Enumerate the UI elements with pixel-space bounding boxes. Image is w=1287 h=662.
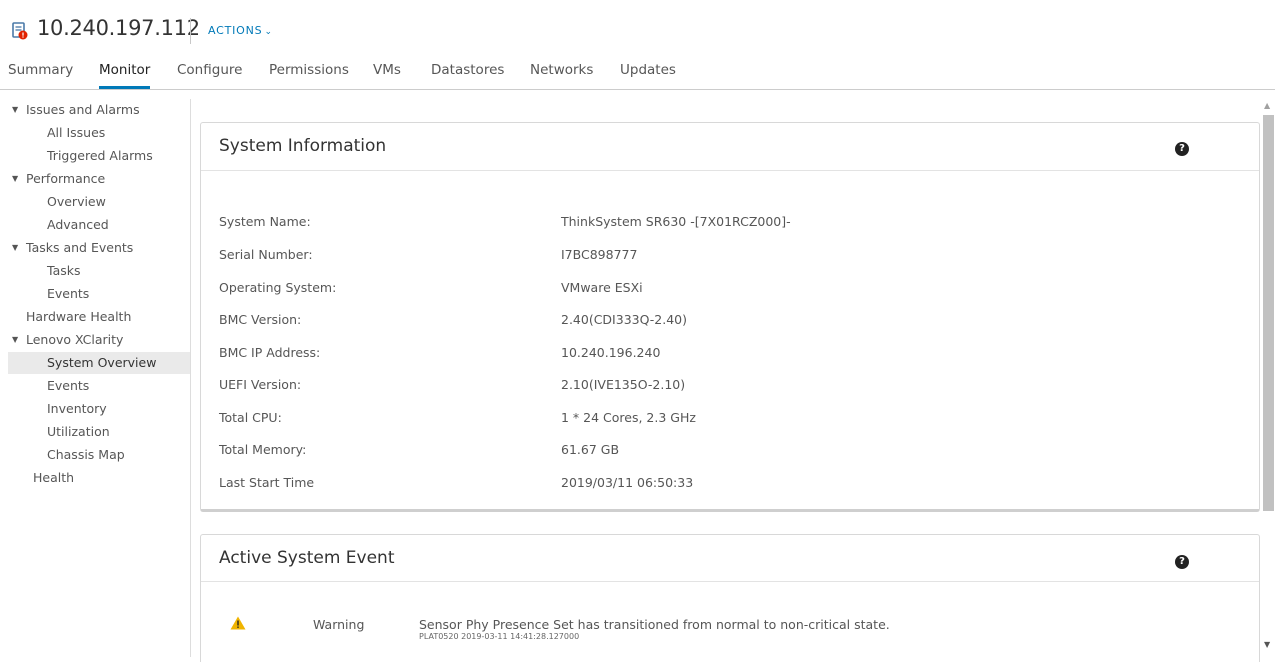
total-cpu-label: Total CPU: <box>219 410 282 425</box>
tree-label: Issues and Alarms <box>26 102 140 117</box>
card-title: System Information <box>219 136 387 156</box>
tree-item-system-overview[interactable]: System Overview <box>8 352 190 374</box>
operating-system-label: Operating System: <box>219 280 337 295</box>
tree-item-inventory[interactable]: Inventory <box>8 398 190 420</box>
tab-configure[interactable]: Configure <box>177 62 242 78</box>
scroll-down-icon[interactable]: ▼ <box>1264 640 1270 649</box>
tree-label: Utilization <box>47 424 110 439</box>
tab-networks[interactable]: Networks <box>530 62 593 78</box>
tree-label: Tasks <box>47 263 81 278</box>
warning-icon <box>230 616 246 630</box>
serial-number-value: I7BC898777 <box>561 247 638 262</box>
uefi-version-label: UEFI Version: <box>219 377 302 392</box>
system-name-value: ThinkSystem SR630 -[7X01RCZ000]- <box>561 214 791 229</box>
tree-item-triggered-alarms[interactable]: Triggered Alarms <box>8 145 190 167</box>
tree-item-overview[interactable]: Overview <box>8 191 190 213</box>
tree-item-advanced[interactable]: Advanced <box>8 214 190 236</box>
tree-label: Inventory <box>47 401 107 416</box>
tree-label: Events <box>47 286 90 301</box>
host-alert-icon <box>12 22 28 40</box>
total-cpu-value: 1 * 24 Cores, 2.3 GHz <box>561 410 696 425</box>
caret-down-icon: ▼ <box>12 174 19 183</box>
tree-item-chassis-map[interactable]: Chassis Map <box>8 444 190 466</box>
tree-label: Chassis Map <box>47 447 125 462</box>
system-information-card: System Information ? System Name: ThinkS… <box>200 122 1260 512</box>
tab-updates[interactable]: Updates <box>620 62 676 78</box>
tree-label: Performance <box>26 171 106 186</box>
tab-monitor[interactable]: Monitor <box>99 62 150 78</box>
event-message: Sensor Phy Presence Set has transitioned… <box>419 617 890 632</box>
actions-label: ACTIONS <box>208 24 263 37</box>
caret-down-icon: ▼ <box>12 105 19 114</box>
tree-item-xclarity-events[interactable]: Events <box>8 375 190 397</box>
tree-label: All Issues <box>47 125 106 140</box>
actions-menu-button[interactable]: ACTIONS ⌄ <box>208 24 273 37</box>
tab-permissions[interactable]: Permissions <box>269 62 349 78</box>
active-tab-indicator <box>99 86 150 89</box>
tree-label: Health <box>33 470 75 485</box>
tree-item-tasks[interactable]: Tasks <box>8 260 190 282</box>
page-header: 10.240.197.112 ACTIONS ⌄ <box>0 0 1287 56</box>
tab-vms[interactable]: VMs <box>373 62 401 78</box>
tree-group-lenovo-xclarity[interactable]: ▼ Lenovo XClarity <box>8 329 190 351</box>
tree-item-hardware-health[interactable]: Hardware Health <box>8 306 190 328</box>
scrollbar-thumb[interactable] <box>1263 115 1274 511</box>
caret-down-icon: ▼ <box>12 243 19 252</box>
caret-down-icon: ▼ <box>12 335 19 344</box>
active-system-event-card: Active System Event ? Warning Sensor Phy… <box>200 534 1260 662</box>
tree-group-issues-and-alarms[interactable]: ▼ Issues and Alarms <box>8 99 190 121</box>
tree-item-health[interactable]: Health <box>8 467 190 489</box>
help-icon[interactable]: ? <box>1175 555 1189 569</box>
tree-label: Advanced <box>47 217 109 232</box>
tree-item-utilization[interactable]: Utilization <box>8 421 190 443</box>
last-start-time-value: 2019/03/11 06:50:33 <box>561 475 694 490</box>
tab-datastores[interactable]: Datastores <box>431 62 504 78</box>
tab-bar: Summary Monitor Configure Permissions VM… <box>0 56 1275 90</box>
header-divider <box>190 18 191 44</box>
serial-number-label: Serial Number: <box>219 247 313 262</box>
monitor-sidebar: ▼ Issues and Alarms All Issues Triggered… <box>8 99 191 657</box>
card-divider <box>201 170 1259 171</box>
tree-label: Hardware Health <box>26 309 132 324</box>
last-start-time-label: Last Start Time <box>219 475 315 490</box>
bmc-ip-address-label: BMC IP Address: <box>219 345 321 360</box>
host-title: 10.240.197.112 <box>37 16 200 40</box>
event-severity: Warning <box>313 617 365 632</box>
uefi-version-value: 2.10(IVE135O-2.10) <box>561 377 686 392</box>
bmc-version-value: 2.40(CDI333Q-2.40) <box>561 312 688 327</box>
tree-item-all-issues[interactable]: All Issues <box>8 122 190 144</box>
tree-label: Events <box>47 378 90 393</box>
tab-summary[interactable]: Summary <box>8 62 73 78</box>
tree-label: Tasks and Events <box>26 240 134 255</box>
tree-label: System Overview <box>47 355 157 370</box>
tree-group-tasks-and-events[interactable]: ▼ Tasks and Events <box>8 237 190 259</box>
chevron-down-icon: ⌄ <box>264 27 273 37</box>
tree-label: Lenovo XClarity <box>26 332 124 347</box>
total-memory-value: 61.67 GB <box>561 442 620 457</box>
main-content: System Information ? System Name: ThinkS… <box>200 99 1260 662</box>
tree-group-performance[interactable]: ▼ Performance <box>8 168 190 190</box>
system-name-label: System Name: <box>219 214 311 229</box>
help-icon[interactable]: ? <box>1175 142 1189 156</box>
tree-label: Triggered Alarms <box>47 148 153 163</box>
bmc-ip-address-value: 10.240.196.240 <box>561 345 661 360</box>
scroll-up-icon[interactable]: ▲ <box>1264 101 1270 110</box>
operating-system-value: VMware ESXi <box>561 280 643 295</box>
event-detail: PLAT0520 2019-03-11 14:41:28.127000 <box>419 632 580 641</box>
card-divider <box>201 581 1259 582</box>
card-title: Active System Event <box>219 548 395 568</box>
main-scrollbar[interactable]: ▲ ▼ <box>1261 99 1277 662</box>
tree-label: Overview <box>47 194 106 209</box>
tree-item-events[interactable]: Events <box>8 283 190 305</box>
bmc-version-label: BMC Version: <box>219 312 302 327</box>
total-memory-label: Total Memory: <box>219 442 307 457</box>
